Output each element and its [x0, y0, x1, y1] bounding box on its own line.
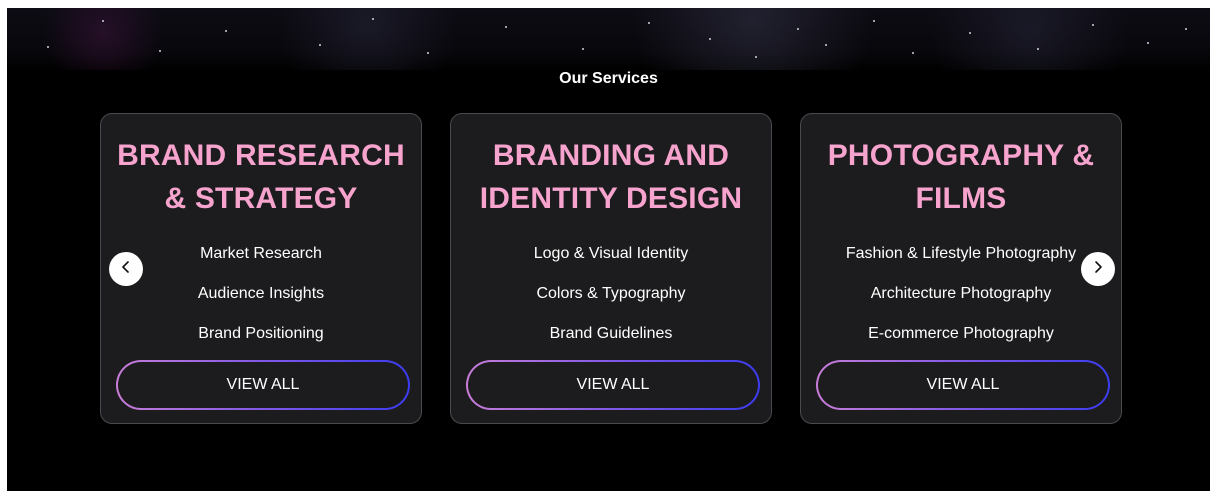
service-list: Fashion & Lifestyle Photography Architec… — [801, 244, 1121, 364]
service-item: Logo & Visual Identity — [533, 245, 689, 262]
service-item: Audience Insights — [197, 285, 325, 302]
card-title: PHOTOGRAPHY & FILMS — [801, 134, 1121, 220]
chevron-left-icon — [119, 260, 133, 279]
services-section: Our Services BRAND RESEARCH & STRATEGY M… — [7, 8, 1210, 491]
view-all-button[interactable]: VIEW ALL — [116, 360, 410, 410]
chevron-right-icon — [1091, 260, 1105, 279]
card-title-line1: BRANDING AND — [492, 139, 730, 172]
service-item: Fashion & Lifestyle Photography — [845, 245, 1077, 262]
service-item: Market Research — [200, 245, 322, 262]
card-title: BRAND RESEARCH & STRATEGY — [101, 134, 421, 220]
service-item: E-commerce Photography — [868, 325, 1054, 342]
card-title-line1: BRAND RESEARCH — [117, 139, 405, 172]
service-item: Architecture Photography — [870, 285, 1052, 302]
card-title-line2: FILMS — [915, 182, 1007, 215]
section-title: Our Services — [559, 70, 658, 87]
carousel-prev-button[interactable] — [109, 252, 143, 286]
service-card-photography-films: PHOTOGRAPHY & FILMS Fashion & Lifestyle … — [800, 113, 1122, 424]
starfield-banner — [7, 8, 1210, 70]
view-all-button[interactable]: VIEW ALL — [816, 360, 1110, 410]
service-card-branding-identity: BRANDING AND IDENTITY DESIGN Logo & Visu… — [450, 113, 772, 424]
card-title: BRANDING AND IDENTITY DESIGN — [451, 134, 771, 220]
carousel-next-button[interactable] — [1081, 252, 1115, 286]
card-title-line2: IDENTITY DESIGN — [479, 182, 743, 215]
service-list: Market Research Audience Insights Brand … — [101, 244, 421, 364]
view-all-button[interactable]: VIEW ALL — [466, 360, 760, 410]
service-list: Logo & Visual Identity Colors & Typograp… — [451, 244, 771, 364]
card-title-line1: PHOTOGRAPHY & — [827, 139, 1095, 172]
service-item: Colors & Typography — [536, 285, 686, 302]
service-item: Brand Positioning — [198, 325, 324, 342]
service-item: Brand Guidelines — [549, 325, 673, 342]
service-card-brand-research: BRAND RESEARCH & STRATEGY Market Researc… — [100, 113, 422, 424]
card-title-line2: & STRATEGY — [164, 182, 358, 215]
